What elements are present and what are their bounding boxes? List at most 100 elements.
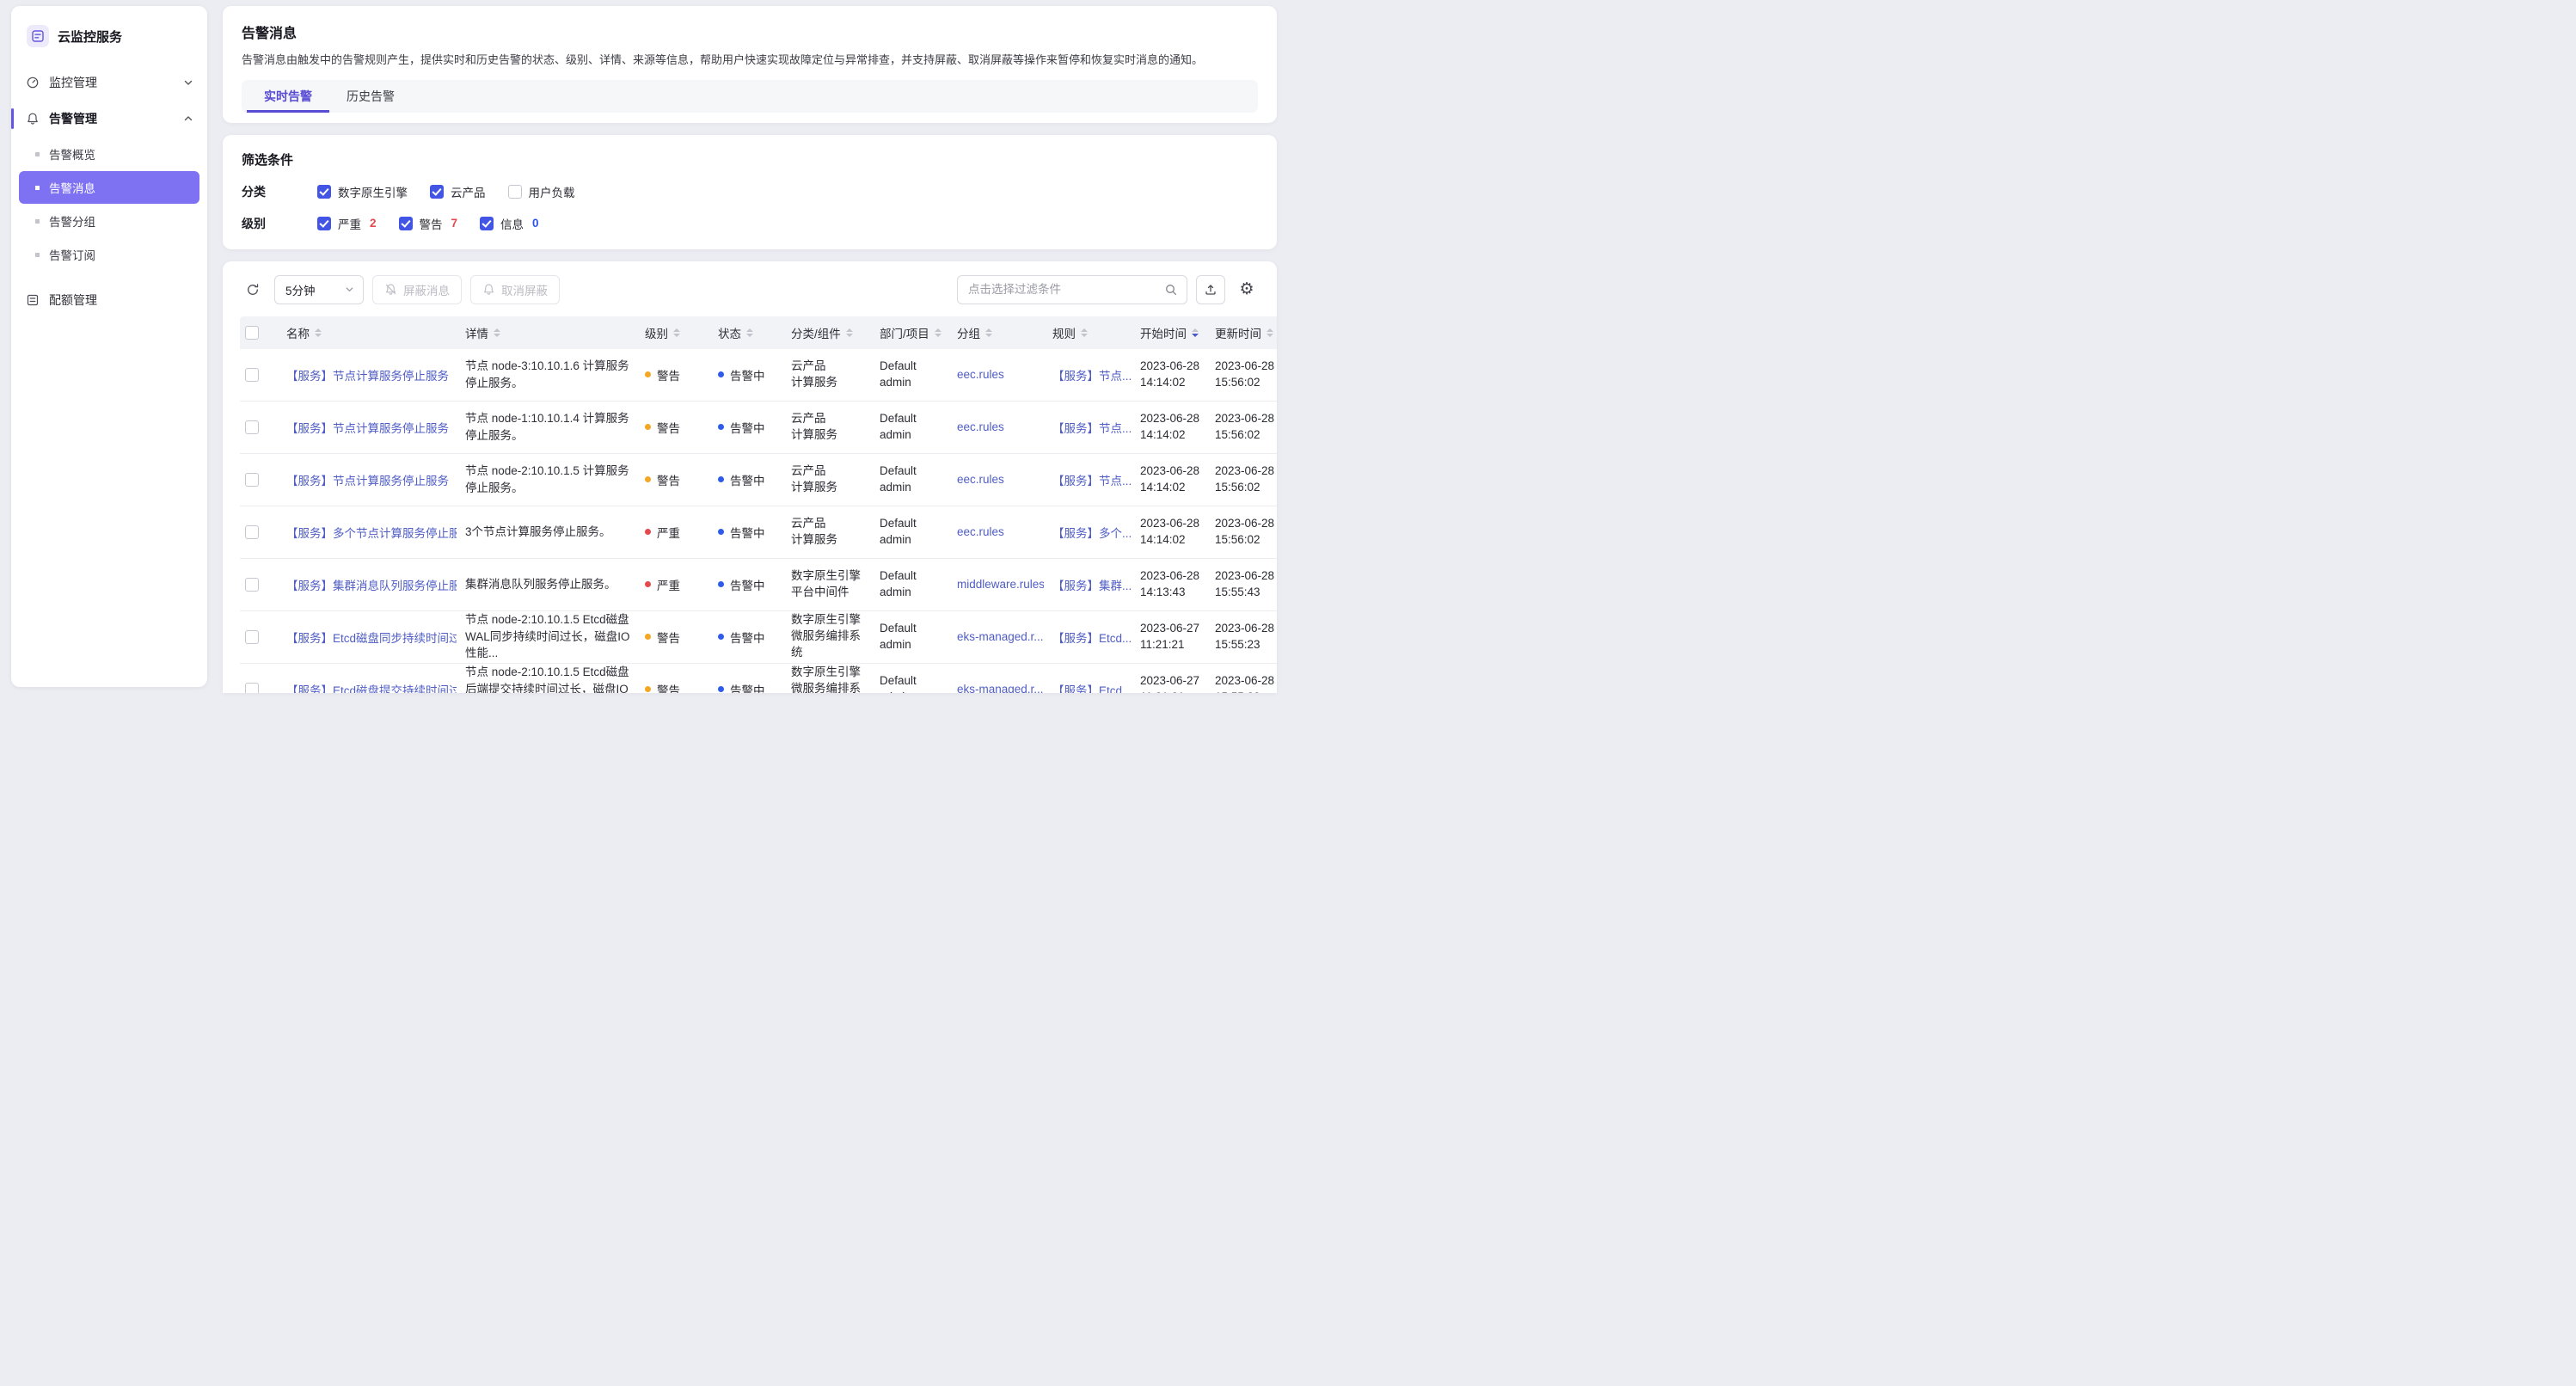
- sidebar-subitem-alert-messages[interactable]: 告警消息: [19, 171, 199, 204]
- column-header-group[interactable]: 分组: [957, 324, 1052, 341]
- checkbox-icon: [430, 185, 444, 199]
- level-label: 警告: [657, 366, 680, 383]
- start-time-text: 14:13:43: [1140, 585, 1199, 601]
- sort-icon[interactable]: [315, 328, 322, 337]
- column-header-detail[interactable]: 详情: [465, 324, 645, 341]
- group-link[interactable]: eec.rules: [957, 473, 1004, 486]
- table-toolbar: 5分钟 屏蔽消息 取消屏蔽: [223, 275, 1277, 316]
- filter-category-cloud-product[interactable]: 云产品: [430, 183, 486, 200]
- row-checkbox[interactable]: [245, 368, 259, 382]
- alert-name-link[interactable]: 【服务】集群消息队列服务停止服务: [286, 576, 457, 593]
- filter-level-info[interactable]: 信息 0: [480, 215, 539, 232]
- start-date-text: 2023-06-27: [1140, 621, 1199, 637]
- page-description: 告警消息由触发中的告警规则产生，提供实时和历史告警的状态、级别、详情、来源等信息…: [242, 52, 1258, 69]
- alert-name-link[interactable]: 【服务】节点计算服务停止服务: [286, 366, 449, 383]
- update-time-text: 15:56:02: [1215, 532, 1274, 549]
- column-label: 状态: [718, 324, 741, 341]
- search-icon[interactable]: [1164, 283, 1178, 297]
- rule-link[interactable]: 【服务】Etcd...: [1052, 629, 1132, 646]
- row-checkbox[interactable]: [245, 525, 259, 539]
- alert-name-link[interactable]: 【服务】多个节点计算服务停止服务: [286, 524, 457, 541]
- table-row: 【服务】集群消息队列服务停止服务 集群消息队列服务停止服务。 严重 告警中 数字…: [240, 559, 1277, 611]
- select-all-checkbox[interactable]: [245, 326, 259, 340]
- bullet-icon: [35, 219, 40, 224]
- row-checkbox[interactable]: [245, 420, 259, 434]
- sort-icon[interactable]: [1192, 328, 1199, 337]
- unmute-label: 取消屏蔽: [501, 281, 548, 298]
- filter-category-native-engine[interactable]: 数字原生引擎: [317, 183, 408, 200]
- rule-link[interactable]: 【服务】节点...: [1052, 471, 1132, 488]
- column-header-start-time[interactable]: 开始时间: [1140, 324, 1215, 341]
- unmute-button[interactable]: 取消屏蔽: [470, 275, 560, 304]
- main-content: 告警消息 告警消息由触发中的告警规则产生，提供实时和历史告警的状态、级别、详情、…: [223, 6, 1277, 693]
- settings-button[interactable]: ⚙: [1234, 276, 1260, 304]
- rule-link[interactable]: 【服务】Etcd...: [1052, 681, 1132, 694]
- search-input[interactable]: [968, 283, 1164, 296]
- sort-icon[interactable]: [1267, 328, 1273, 337]
- start-date-text: 2023-06-28: [1140, 463, 1199, 480]
- row-checkbox[interactable]: [245, 578, 259, 592]
- refresh-interval-select[interactable]: 5分钟: [274, 275, 364, 304]
- group-link[interactable]: eks-managed.r...: [957, 683, 1044, 693]
- row-checkbox[interactable]: [245, 683, 259, 694]
- start-time-text: 11:21:21: [1140, 690, 1199, 694]
- alert-name-link[interactable]: 【服务】节点计算服务停止服务: [286, 419, 449, 436]
- sort-icon[interactable]: [494, 328, 500, 337]
- filter-level-warning[interactable]: 警告 7: [399, 215, 458, 232]
- rule-link[interactable]: 【服务】节点...: [1052, 419, 1132, 436]
- component-text: 计算服务: [791, 375, 837, 391]
- group-link[interactable]: middleware.rules: [957, 578, 1044, 591]
- rule-link[interactable]: 【服务】节点...: [1052, 366, 1132, 383]
- group-link[interactable]: eks-managed.r...: [957, 630, 1044, 643]
- group-link[interactable]: eec.rules: [957, 420, 1004, 433]
- sort-icon[interactable]: [985, 328, 992, 337]
- column-label: 名称: [286, 324, 310, 341]
- column-header-name[interactable]: 名称: [286, 324, 465, 341]
- column-header-level[interactable]: 级别: [645, 324, 718, 341]
- sidebar-item-label: 监控管理: [49, 74, 175, 91]
- sidebar-subitem-alert-overview[interactable]: 告警概览: [19, 138, 199, 170]
- sort-icon[interactable]: [1081, 328, 1088, 337]
- alert-detail: 节点 node-2:10.10.1.5 Etcd磁盘后端提交持续时间过长，磁盘I…: [465, 664, 636, 693]
- sidebar-subitem-alert-groups[interactable]: 告警分组: [19, 205, 199, 237]
- group-link[interactable]: eec.rules: [957, 368, 1004, 381]
- sidebar-item-monitoring[interactable]: 监控管理: [11, 64, 207, 101]
- sort-icon[interactable]: [746, 328, 753, 337]
- sort-icon[interactable]: [935, 328, 941, 337]
- sidebar-item-quota[interactable]: 配额管理: [11, 282, 207, 318]
- level-label: 警告: [657, 419, 680, 436]
- column-header-department[interactable]: 部门/项目: [880, 324, 957, 341]
- category-text: 云产品: [791, 359, 837, 375]
- export-button[interactable]: [1196, 275, 1225, 304]
- group-link[interactable]: eec.rules: [957, 525, 1004, 538]
- checkbox-icon: [317, 217, 331, 230]
- row-checkbox[interactable]: [245, 473, 259, 487]
- refresh-button[interactable]: [240, 276, 266, 304]
- column-header-category[interactable]: 分类/组件: [791, 324, 880, 341]
- tab-history-alerts[interactable]: 历史告警: [329, 80, 412, 113]
- sidebar-item-alert-management[interactable]: 告警管理: [11, 101, 207, 137]
- project-text: admin: [880, 637, 917, 653]
- sidebar-subitem-alert-subscription[interactable]: 告警订阅: [19, 238, 199, 271]
- filter-row-level: 级别 严重 2 警告 7 信息 0: [242, 215, 1258, 232]
- alert-name-link[interactable]: 【服务】节点计算服务停止服务: [286, 471, 449, 488]
- filter-level-severe[interactable]: 严重 2: [317, 215, 377, 232]
- alert-name-link[interactable]: 【服务】Etcd磁盘同步持续时间过长: [286, 629, 457, 646]
- column-header-update-time[interactable]: 更新时间: [1215, 324, 1277, 341]
- rule-link[interactable]: 【服务】多个...: [1052, 524, 1132, 541]
- row-checkbox[interactable]: [245, 630, 259, 644]
- column-header-status[interactable]: 状态: [718, 324, 791, 341]
- bullet-icon: [35, 186, 40, 190]
- mute-messages-button[interactable]: 屏蔽消息: [372, 275, 462, 304]
- column-header-rule[interactable]: 规则: [1052, 324, 1140, 341]
- rule-link[interactable]: 【服务】集群...: [1052, 576, 1132, 593]
- export-icon: [1204, 283, 1217, 297]
- filter-category-user-workload[interactable]: 用户负载: [508, 183, 575, 200]
- tab-realtime-alerts[interactable]: 实时告警: [247, 80, 329, 113]
- sort-icon[interactable]: [846, 328, 853, 337]
- level-label: 严重: [657, 524, 680, 541]
- start-time-text: 14:14:02: [1140, 427, 1199, 444]
- sort-icon[interactable]: [673, 328, 680, 337]
- bell-icon: [482, 283, 495, 296]
- alert-name-link[interactable]: 【服务】Etcd磁盘提交持续时间过长: [286, 681, 457, 694]
